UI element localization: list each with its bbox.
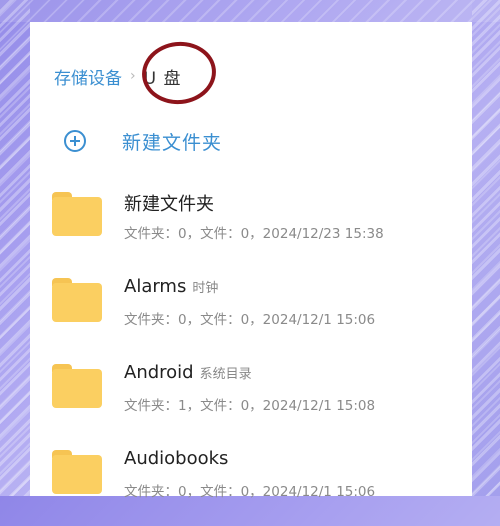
item-title: Alarms 时钟: [124, 276, 218, 297]
folder-icon: [52, 364, 102, 408]
list-item[interactable]: 新建文件夹 文件夹：0，文件：0，2024/12/23 15:38: [30, 182, 472, 268]
background-right-pattern: [472, 0, 500, 496]
item-tag: 时钟: [192, 281, 219, 296]
item-title: 新建文件夹: [124, 190, 214, 216]
new-folder-label: 新建文件夹: [122, 131, 223, 154]
red-circle-annotation: [138, 38, 220, 108]
list-item[interactable]: Android 系统目录 文件夹：1，文件：0，2024/12/1 15:08: [30, 354, 472, 440]
item-title: Android 系统目录: [124, 362, 252, 383]
item-tag: 系统目录: [199, 367, 252, 382]
item-meta: 文件夹：1，文件：0，2024/12/1 15:08: [124, 398, 376, 414]
chevron-right-icon: ›: [130, 68, 136, 84]
file-manager-panel: 存储设备 › U 盘 新建文件夹 新建文件夹 文件夹：0，文件：0，2024/1…: [30, 22, 472, 500]
folder-icon: [52, 278, 102, 322]
folder-icon: [52, 450, 102, 494]
background-top-band: [0, 0, 500, 22]
file-list: 新建文件夹 文件夹：0，文件：0，2024/12/23 15:38 Alarms…: [30, 182, 472, 526]
item-name: Alarms: [124, 276, 187, 297]
list-item[interactable]: Audiobooks 文件夹：0，文件：0，2024/12/1 15:06: [30, 440, 472, 526]
item-meta: 文件夹：0，文件：0，2024/12/23 15:38: [124, 226, 384, 242]
item-meta: 文件夹：0，文件：0，2024/12/1 15:06: [124, 312, 376, 328]
background-left-pattern: [0, 0, 30, 496]
item-name: 新建文件夹: [124, 194, 214, 215]
item-meta: 文件夹：0，文件：0，2024/12/1 15:06: [124, 484, 376, 500]
breadcrumb-root[interactable]: 存储设备: [54, 64, 122, 89]
new-folder-button[interactable]: 新建文件夹: [64, 126, 222, 156]
plus-circle-icon: [64, 130, 86, 152]
folder-icon: [52, 192, 102, 236]
item-name: Audiobooks: [124, 448, 229, 469]
item-title: Audiobooks: [124, 448, 228, 469]
list-item[interactable]: Alarms 时钟 文件夹：0，文件：0，2024/12/1 15:06: [30, 268, 472, 354]
item-name: Android: [124, 362, 194, 383]
